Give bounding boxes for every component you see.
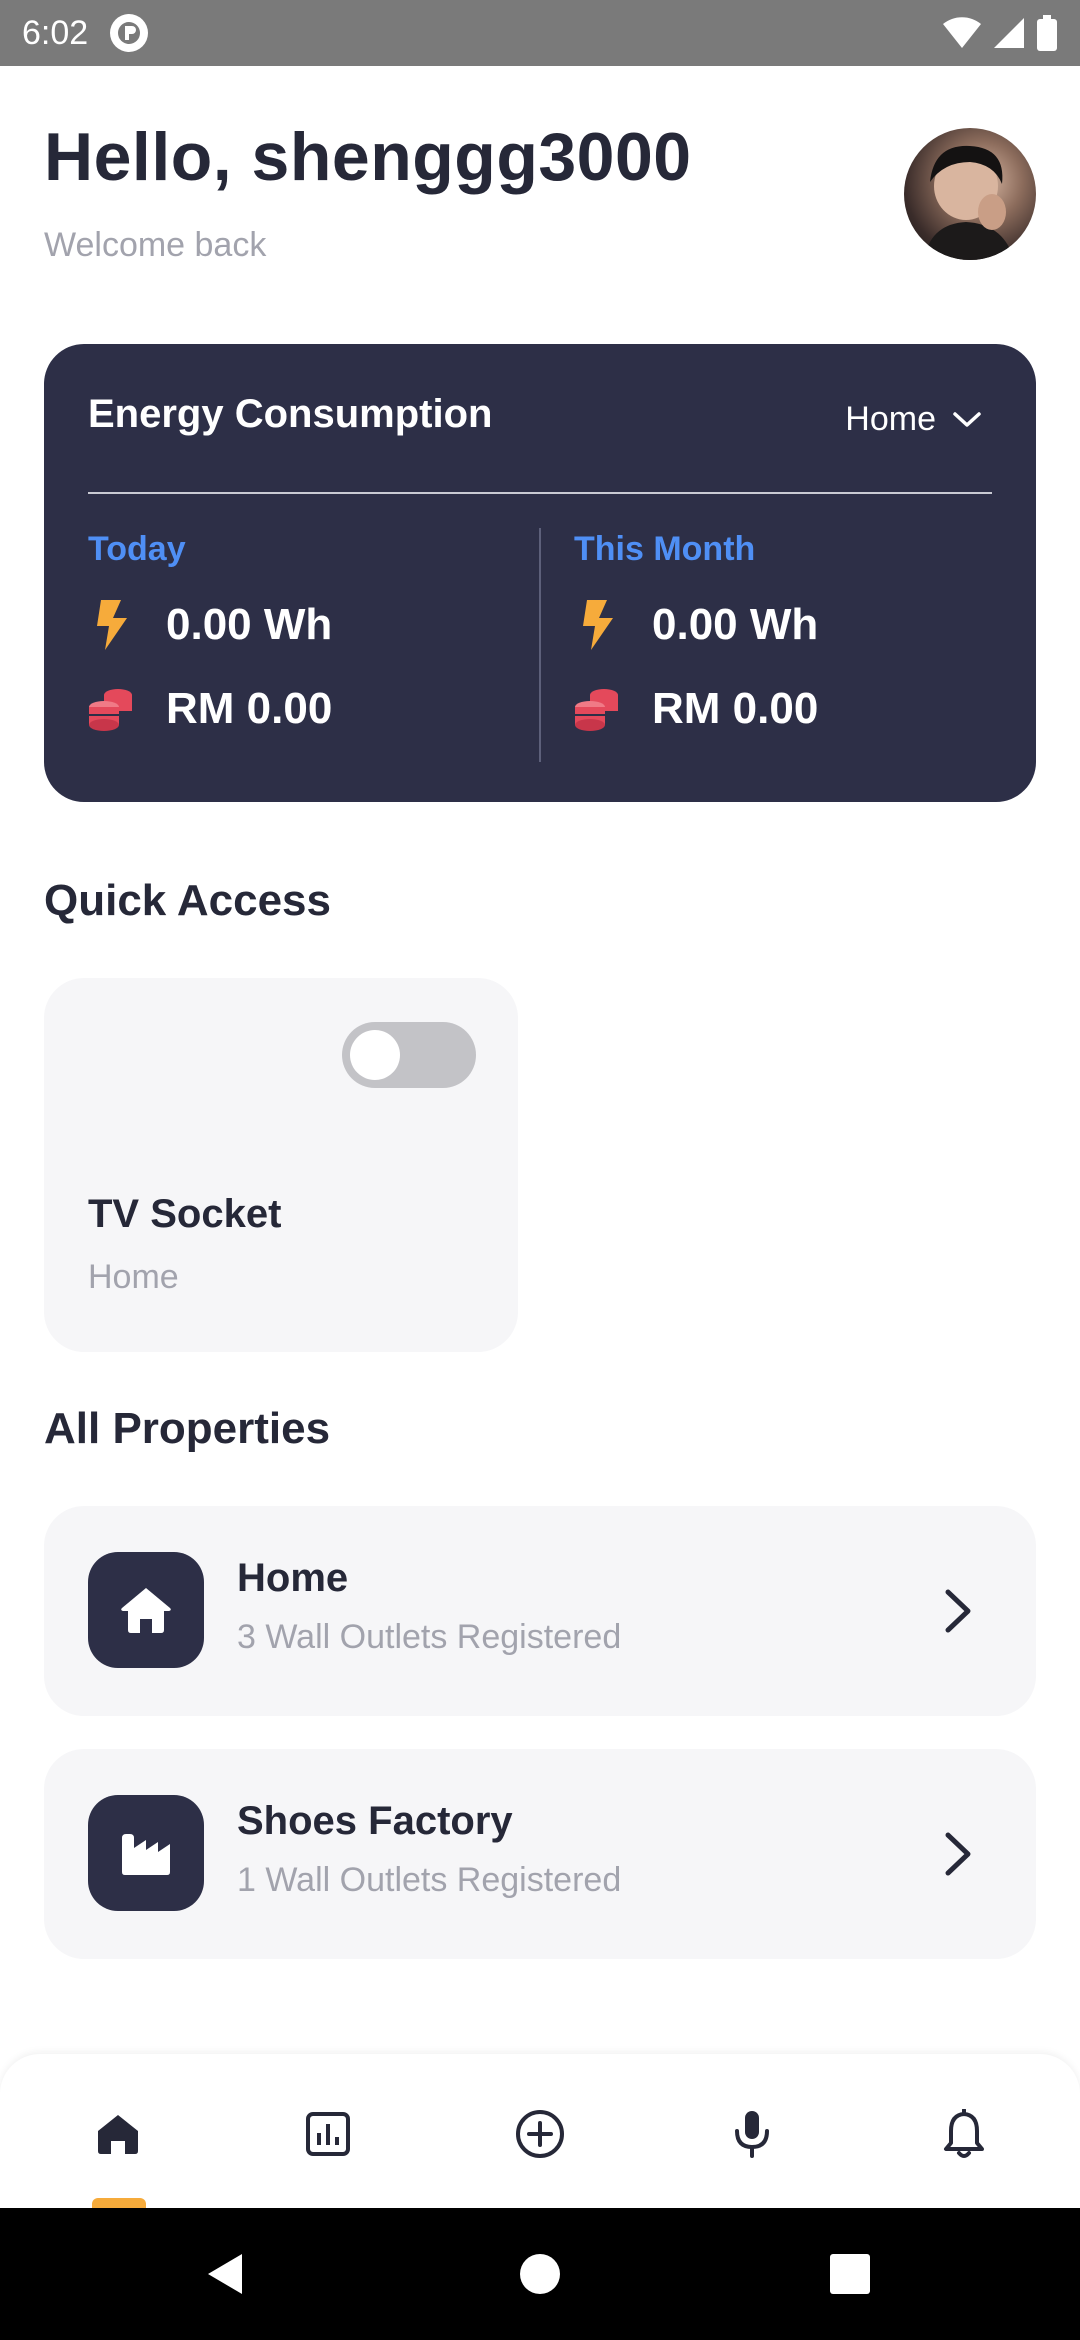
status-left: 6:02 [22,13,149,53]
app-status-icon [110,14,149,52]
bolt-icon [574,600,620,650]
month-cost-value: RM 0.00 [652,684,819,733]
property-name: Home [237,1556,349,1600]
avatar[interactable] [904,128,1036,260]
chevron-down-icon [953,411,981,427]
month-label: This Month [574,530,756,568]
system-navigation-bar [0,2208,1080,2340]
device-name: TV Socket [88,1192,282,1236]
greeting-title: Hello, shenggg3000 [44,119,692,195]
signal-icon [994,18,1024,48]
energy-consumption-card: Energy Consumption Home Today 0.00 Wh RM… [44,344,1036,802]
property-dropdown-label: Home [845,400,936,438]
coins-icon [88,684,134,734]
factory-icon [88,1795,204,1911]
property-dropdown[interactable]: Home [845,400,982,439]
month-cost-row: RM 0.00 [574,681,818,737]
microphone-icon [735,2111,769,2158]
bell-icon [944,2109,984,2158]
quick-access-device-card[interactable]: TV Socket Home [44,978,518,1352]
quick-access-title: Quick Access [44,876,331,925]
month-column: This Month 0.00 Wh RM 0.00 [574,530,818,737]
status-bar: 6:02 [0,0,1080,66]
bolt-icon [88,600,134,650]
energy-divider [88,492,992,494]
today-energy-value: 0.00 Wh [166,600,333,649]
device-property: Home [88,1258,179,1296]
chevron-right-icon [945,1832,971,1876]
nav-statistics[interactable] [292,2098,364,2170]
property-card-shoes-factory[interactable]: Shoes Factory 1 Wall Outlets Registered [44,1749,1036,1959]
coins-icon [574,684,620,734]
month-energy-row: 0.00 Wh [574,597,818,653]
wifi-icon [943,17,981,48]
toggle-knob [350,1030,400,1080]
property-subtitle: 1 Wall Outlets Registered [237,1861,622,1899]
add-circle-icon [516,2110,564,2158]
status-right [942,15,1058,51]
chevron-right-icon [945,1589,971,1633]
today-column: Today 0.00 Wh RM 0.00 [88,530,332,737]
nav-add[interactable] [504,2098,576,2170]
property-card-home[interactable]: Home 3 Wall Outlets Registered [44,1506,1036,1716]
nav-voice[interactable] [716,2098,788,2170]
battery-icon [1037,15,1057,51]
welcome-subtitle: Welcome back [44,226,267,264]
home-icon [98,2115,138,2154]
today-cost-row: RM 0.00 [88,681,332,737]
today-label: Today [88,530,186,568]
property-name: Shoes Factory [237,1799,513,1843]
nav-notifications[interactable] [928,2098,1000,2170]
status-time: 6:02 [22,13,89,52]
energy-column-divider [539,528,541,762]
device-power-toggle[interactable] [342,1022,476,1088]
active-tab-indicator [92,2198,146,2208]
recents-icon[interactable] [828,2252,872,2296]
energy-card-title: Energy Consumption [88,392,493,436]
chart-icon [306,2112,350,2156]
nav-home[interactable] [82,2098,154,2170]
bottom-navigation [0,2054,1080,2208]
today-energy-row: 0.00 Wh [88,597,332,653]
back-icon[interactable] [204,2252,248,2296]
home-circle-icon[interactable] [518,2252,562,2296]
all-properties-title: All Properties [44,1404,331,1453]
today-cost-value: RM 0.00 [166,684,333,733]
house-icon [88,1552,204,1668]
property-subtitle: 3 Wall Outlets Registered [237,1618,622,1656]
month-energy-value: 0.00 Wh [652,600,819,649]
